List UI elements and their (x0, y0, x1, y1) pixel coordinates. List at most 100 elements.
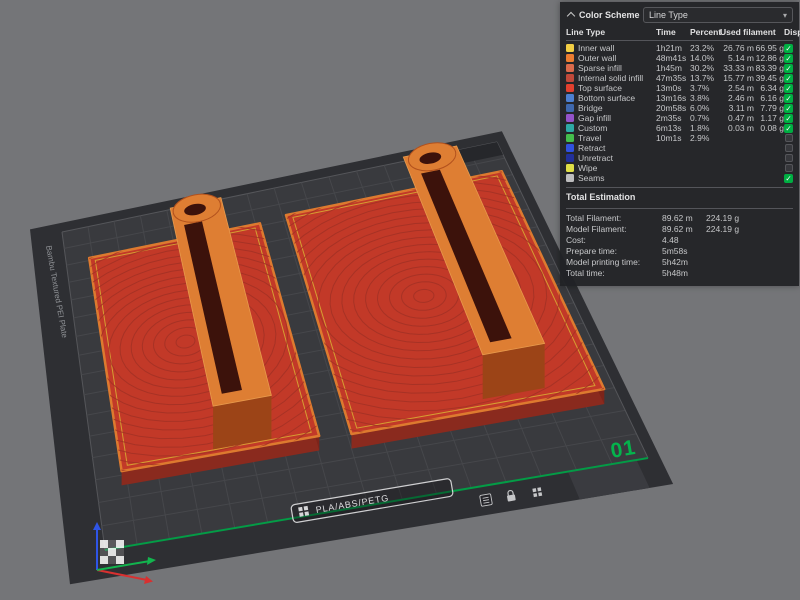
line-type-label: Inner wall (578, 43, 656, 53)
line-type-row: Inner wall 1h21m 23.2% 26.76 m 66.95 g (566, 43, 793, 53)
line-type-color-swatch (566, 144, 574, 152)
line-type-color-swatch (566, 174, 574, 182)
collapse-chevron-icon[interactable] (567, 12, 575, 20)
line-type-row: Outer wall 48m41s 14.0% 5.14 m 12.86 g (566, 53, 793, 63)
line-type-color-swatch (566, 44, 574, 52)
line-type-percent: 13.7% (690, 73, 720, 83)
display-checkbox[interactable] (784, 44, 793, 53)
display-checkbox[interactable] (784, 54, 793, 63)
line-type-meters: 5.14 m (720, 53, 754, 63)
display-checkbox[interactable] (784, 114, 793, 123)
display-checkbox[interactable] (785, 134, 793, 142)
line-type-row: Unretract (566, 153, 793, 163)
line-type-row: Sparse infill 1h45m 30.2% 33.33 m 83.39 … (566, 63, 793, 73)
line-type-color-swatch (566, 124, 574, 132)
total-row-value: 5m58s (662, 246, 706, 256)
line-type-row: Seams (566, 173, 793, 183)
display-checkbox[interactable] (784, 174, 793, 183)
line-type-meters: 0.47 m (720, 113, 754, 123)
display-checkbox[interactable] (784, 94, 793, 103)
line-type-percent: 0.7% (690, 113, 720, 123)
origin-checker (100, 540, 124, 564)
line-type-percent: 14.0% (690, 53, 720, 63)
total-row: Model printing time: 5h42m (566, 256, 793, 267)
line-type-label: Unretract (578, 153, 656, 163)
display-checkbox[interactable] (784, 64, 793, 73)
line-type-row: Internal solid infill 47m35s 13.7% 15.77… (566, 73, 793, 83)
header-time: Time (656, 27, 690, 37)
line-type-time: 20m58s (656, 103, 690, 113)
total-estimation-title: Total Estimation (566, 191, 793, 204)
panel-header: Color Scheme Line Type (566, 6, 793, 24)
line-type-time: 48m41s (656, 53, 690, 63)
total-row-value: 5h42m (662, 257, 706, 267)
line-type-color-swatch (566, 154, 574, 162)
line-type-row: Travel 10m1s 2.9% (566, 133, 793, 143)
line-type-grams: 6.34 g (754, 83, 784, 93)
line-type-grams: 6.16 g (754, 93, 784, 103)
line-type-label: Travel (578, 133, 656, 143)
line-type-percent: 3.8% (690, 93, 720, 103)
line-type-grams: 83.39 g (754, 63, 784, 73)
line-type-meters: 0.03 m (720, 123, 754, 133)
display-checkbox[interactable] (784, 124, 793, 133)
line-type-label: Internal solid infill (578, 73, 656, 83)
header-line-type: Line Type (566, 27, 656, 37)
line-type-label: Retract (578, 143, 656, 153)
line-type-label: Top surface (578, 83, 656, 93)
display-checkbox[interactable] (784, 104, 793, 113)
display-checkbox[interactable] (785, 164, 793, 172)
line-type-meters: 26.76 m (720, 43, 754, 53)
line-type-label: Outer wall (578, 53, 656, 63)
line-type-percent: 1.8% (690, 123, 720, 133)
line-type-time: 10m1s (656, 133, 690, 143)
line-type-time: 6m13s (656, 123, 690, 133)
line-type-table-header: Line Type Time Percent Used filament Dis… (566, 27, 793, 41)
total-row-value2: 224.19 g (706, 213, 793, 223)
display-checkbox[interactable] (784, 84, 793, 93)
line-type-label: Bottom surface (578, 93, 656, 103)
line-type-percent: 6.0% (690, 103, 720, 113)
line-type-row: Top surface 13m0s 3.7% 2.54 m 6.34 g (566, 83, 793, 93)
line-type-label: Wipe (578, 163, 656, 173)
total-row-value: 4.48 (662, 235, 706, 245)
header-display: Display (784, 27, 800, 37)
total-estimation-table: Total Filament: 89.62 m 224.19 g Model F… (566, 212, 793, 278)
line-type-meters: 33.33 m (720, 63, 754, 73)
total-row-value: 5h48m (662, 268, 706, 278)
total-row: Total Filament: 89.62 m 224.19 g (566, 212, 793, 223)
total-row: Model Filament: 89.62 m 224.19 g (566, 223, 793, 234)
line-type-time: 13m16s (656, 93, 690, 103)
total-row-label: Model Filament: (566, 224, 662, 234)
display-checkbox[interactable] (785, 154, 793, 162)
line-type-color-swatch (566, 94, 574, 102)
divider (566, 208, 793, 209)
total-row-label: Model printing time: (566, 257, 662, 267)
line-type-percent: 2.9% (690, 133, 720, 143)
line-type-meters: 3.11 m (720, 103, 754, 113)
line-type-row: Custom 6m13s 1.8% 0.03 m 0.08 g (566, 123, 793, 133)
line-type-color-swatch (566, 54, 574, 62)
line-type-color-swatch (566, 114, 574, 122)
display-checkbox[interactable] (784, 74, 793, 83)
line-type-color-swatch (566, 64, 574, 72)
line-type-label: Seams (578, 173, 656, 183)
plate-settings-icon[interactable] (480, 494, 493, 507)
display-checkbox[interactable] (785, 144, 793, 152)
line-type-label: Gap infill (578, 113, 656, 123)
header-percent: Percent (690, 27, 720, 37)
line-type-grams: 66.95 g (754, 43, 784, 53)
line-type-percent: 23.2% (690, 43, 720, 53)
dropdown-caret-icon (783, 10, 787, 20)
total-row-label: Total time: (566, 268, 662, 278)
line-type-grams: 0.08 g (754, 123, 784, 133)
panel-title: Color Scheme (579, 10, 640, 20)
color-scheme-dropdown[interactable]: Line Type (643, 7, 793, 23)
line-type-grams: 39.45 g (754, 73, 784, 83)
line-type-color-swatch (566, 104, 574, 112)
total-row-value2: 224.19 g (706, 224, 793, 234)
line-type-color-swatch (566, 134, 574, 142)
line-type-color-swatch (566, 74, 574, 82)
dropdown-value: Line Type (649, 10, 688, 20)
line-type-label: Custom (578, 123, 656, 133)
